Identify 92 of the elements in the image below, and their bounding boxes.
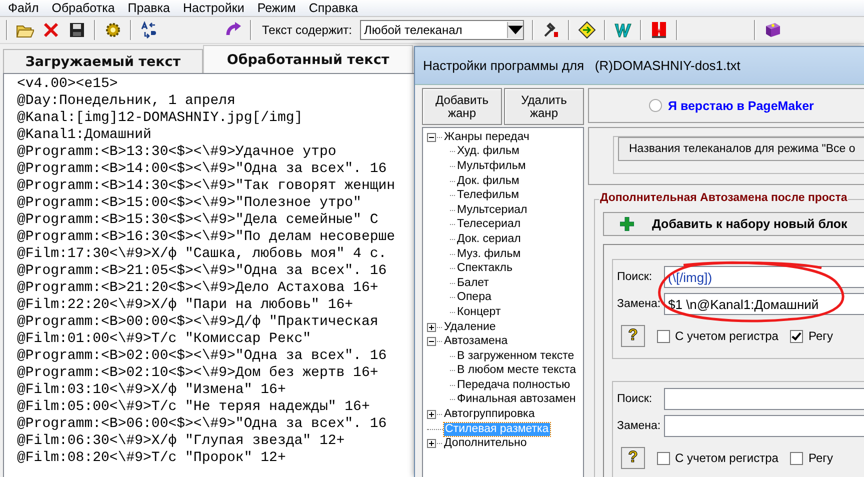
letter-w-icon[interactable] [614,21,632,39]
tree-item[interactable]: Муз. фильм [456,248,522,261]
filter-label: Текст содержит: [262,23,352,37]
code-line: @Film:17:30<\#9>Х/ф "Сашка, любовь моя" 4 с. [17,246,388,263]
checkbox-label: Регу [808,451,833,465]
menu-item[interactable]: Обработка [48,1,124,15]
tree-item[interactable]: Балет [456,276,490,290]
tree-item[interactable]: Жанры передач [443,130,530,144]
menu-item[interactable]: Настройки [179,1,254,15]
radio-label[interactable]: Я верстаю в PageMaker [668,98,814,112]
tree-item[interactable]: Док. сериал [456,232,522,246]
checkbox-label: С учетом регистра [675,329,778,343]
diamond-icon[interactable] [578,21,596,39]
tree-item[interactable]: Телефильм [456,189,520,202]
tree-item[interactable]: Спектакль [456,262,514,276]
checkbox[interactable] [790,452,804,464]
code-line: @Programm:<B>21:05<$><\#9>"Одна за всех". 16 [17,263,388,280]
tree-item[interactable]: Телесериал [456,218,522,232]
code-line: @Film:03:10<\#9>Х/ф "Измена" 16+ [17,382,287,399]
tool-icon[interactable] [542,21,560,39]
code-line: @Programm:<B>16:30<$><\#9>"По делам несоверше [17,229,396,246]
code-line: @Programm:<B>06:00<$><\#9>"Одна за всех". 16 [17,416,388,433]
group-title: Дополнительная Автозамена после проста [599,192,848,204]
tree-item[interactable]: Удаление [443,320,497,334]
field-label: Поиск: [617,271,654,283]
collapse-icon[interactable] [427,337,436,346]
tree-item[interactable]: Док. фильм [456,174,520,188]
tree-item[interactable]: Дополнительно [443,437,528,450]
collapse-icon[interactable] [427,132,436,142]
field-label: Поиск: [617,393,654,405]
tree-item[interactable]: Передача полностью [456,378,572,392]
logo-icon[interactable] [650,21,668,39]
checkbox[interactable] [657,452,670,464]
tree-item[interactable]: Автогруппировка [443,408,536,422]
checkbox-label: Регу [808,329,833,343]
code-line: @Film:22:20<\#9>Х/ф "Пари на любовь" 16+ [17,297,354,314]
code-line: @Programm:<B>02:10<$><\#9>Дом без жертв 16+ [17,365,380,382]
checkbox[interactable] [657,330,670,342]
tree-item[interactable]: Мультсериал [456,204,528,217]
add-block-button[interactable]: Добавить к набору новый блок [603,212,864,236]
code-line: @Programm:<B>14:00<$><\#9>"Одна за всех". 16 [17,161,388,178]
checkbox[interactable] [790,330,804,342]
code-line: @Programm:<B>15:00<$><\#9>"Полезное утро" [17,195,362,212]
code-line: @Kanal:[img]12-DOMASHNIY.jpg[/img] [17,110,304,127]
genre-button[interactable]: Добавить жанр [422,88,502,125]
field-label: Замена: [617,298,662,310]
tree-item[interactable]: Худ. фильм [456,145,520,158]
text-editor[interactable] [3,73,415,477]
search-field[interactable] [664,388,864,410]
tab[interactable]: Обработанный текст [203,45,413,73]
search-field[interactable]: (\[/img]) [664,266,864,288]
replace-field[interactable] [664,415,864,437]
code-line: @Film:08:20<\#9>Т/с "Пророк" 12+ [17,450,287,467]
code-line: @Film:01:00<\#9>Т/с "Комиссар Рекс" [17,331,312,348]
plus-icon [620,217,634,231]
channel-names-button[interactable]: Названия телеканалов для режима "Все о [618,137,864,161]
code-line: @Film:06:30<\#9>Х/ф "Глупая звезда" 12+ [17,433,346,450]
cross-icon[interactable] [42,21,60,39]
radio-button[interactable] [649,99,662,112]
menu-item[interactable]: Файл [4,1,48,15]
expand-icon[interactable] [427,439,436,448]
floppy-icon[interactable] [68,21,86,39]
gear-icon[interactable] [104,21,122,39]
tree-item[interactable]: Концерт [456,306,502,319]
code-line: <v4.00><e15> [17,76,119,93]
dialog-title: Настройки программы для (R)DOMASHNIY-dos1.txt [415,47,864,84]
code-line: @Kanal1:Домашний [17,127,152,144]
tree-item[interactable]: В любом месте текста [456,364,578,378]
code-line: @Programm:<B>13:30<$><\#9>Удачное утро [17,144,338,161]
expand-icon[interactable] [427,322,436,332]
menu-item[interactable]: Правка [124,1,180,15]
field-label: Замена: [617,420,662,432]
code-line: @Programm:<B>00:00<$><\#9>Д/ф "Практическая [17,314,380,331]
code-line: @Programm:<B>21:20<$><\#9>Дело Астахова 16+ [17,280,380,297]
code-line: @Day:Понедельник, 1 апреля [17,93,236,110]
menu-item[interactable]: Справка [304,1,367,15]
tree-item[interactable]: Мультфильм [456,160,527,173]
tree-item[interactable]: В загруженном тексте [456,350,576,363]
checkbox-label: С учетом регистра [675,451,778,465]
genre-button[interactable]: Удалить жанр [504,88,584,125]
tree-item[interactable]: Опера [456,291,492,304]
tree-item[interactable]: Автозамена [443,335,509,348]
code-line: @Film:05:00<\#9>Т/с "Не теряя надежды" 16+ [17,399,371,416]
code-line: @Programm:<B>15:30<$><\#9>"Дела семейные" С [17,212,380,229]
channel-dropdown[interactable]: Любой телеканал [360,20,524,40]
code-line: @Programm:<B>14:30<$><\#9>"Так говорят женщин [17,178,396,195]
code-line: @Programm:<B>02:00<$><\#9>"Одна за всех". 16 [17,348,388,365]
tree-item[interactable]: Финальная автозамен [456,393,577,406]
menu-item[interactable]: Режим [253,1,305,15]
expand-icon[interactable] [427,410,436,420]
tab[interactable]: Загружаемый текст [3,49,203,73]
letter-swap-icon[interactable] [140,21,158,39]
